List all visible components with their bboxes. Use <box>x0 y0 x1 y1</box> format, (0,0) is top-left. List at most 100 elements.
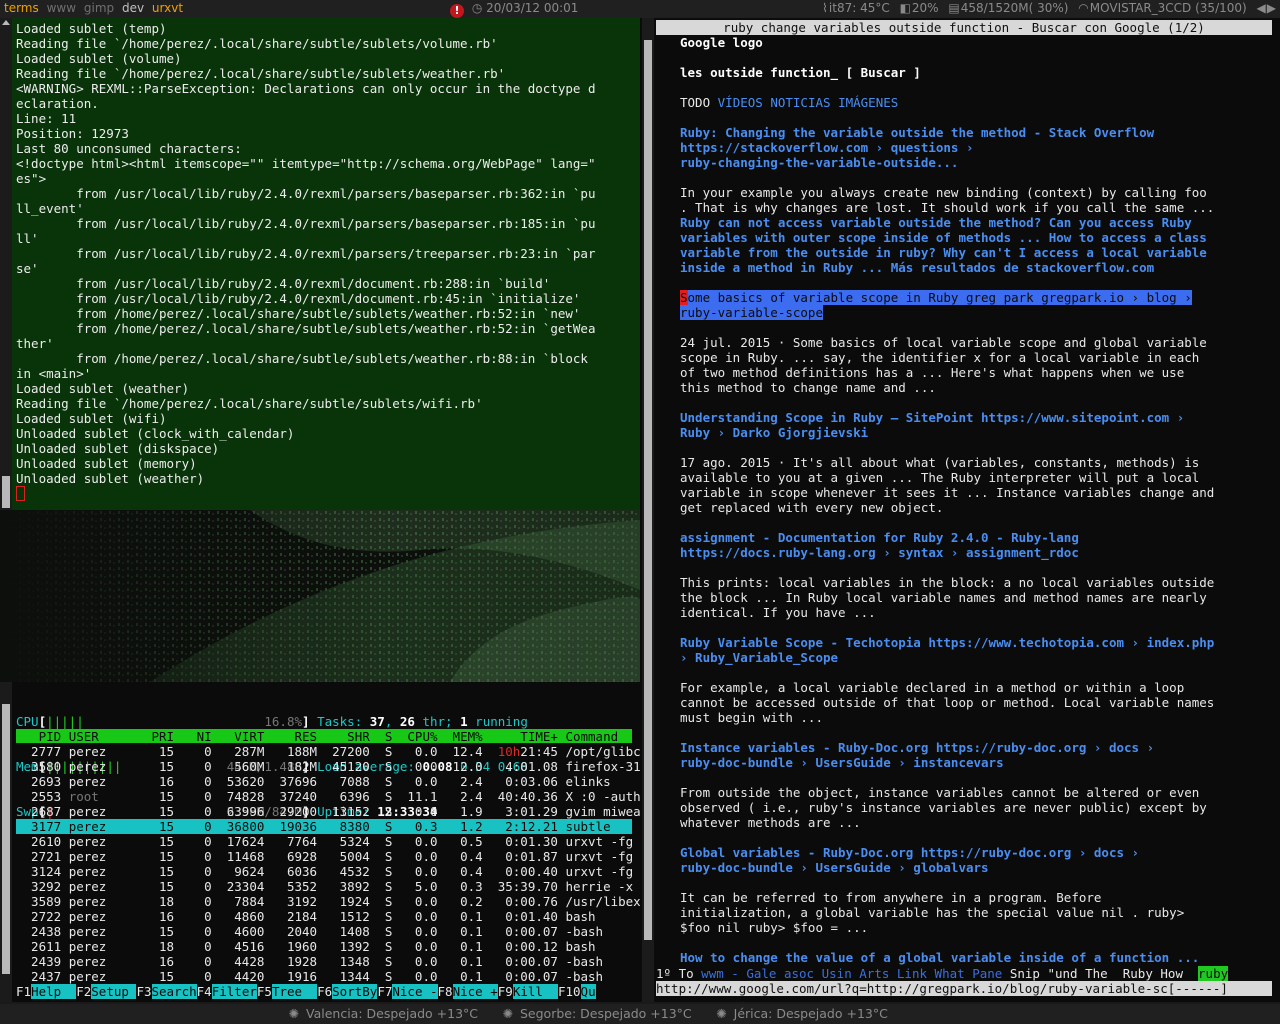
result-url[interactable]: ruby-doc-bundle › UsersGuide › instancev… <box>680 755 1004 770</box>
fkey-f5[interactable]: F5 <box>257 984 272 999</box>
view-dev[interactable]: dev <box>122 1 144 15</box>
fkey-label[interactable]: Help <box>31 984 77 999</box>
volume-icon[interactable]: ◀ <box>1257 1 1266 15</box>
result-title[interactable]: Ruby: Changing the variable outside the … <box>680 125 1154 140</box>
browser-tab[interactable]: ruby <box>1198 966 1229 981</box>
fkey-label[interactable]: Tree <box>271 984 318 999</box>
fkey-label[interactable]: Setup <box>91 984 137 999</box>
result-url[interactable]: Ruby › Darko Gjorgjievski <box>680 425 868 440</box>
column-header-s[interactable]: S <box>377 729 400 744</box>
scrollbar-thumb[interactable] <box>2 476 10 508</box>
column-header-pri[interactable]: PRI <box>144 729 182 744</box>
result-title[interactable]: ome basics of variable scope in Ruby gre… <box>687 290 1192 305</box>
result-url[interactable]: https://stackoverflow.com › questions › <box>680 140 974 155</box>
browser-tab[interactable]: asoc <box>784 966 814 981</box>
terminal-scrollbar[interactable] <box>0 18 12 510</box>
process-row[interactable]: 2437 perez 15 0 4420 1916 1344 S 0.0 0.1… <box>16 969 632 984</box>
browser-tab[interactable]: Link <box>897 966 927 981</box>
fkey-f2[interactable]: F2 <box>76 984 91 999</box>
elinks-browser-window[interactable]: ruby change variables outside function -… <box>640 18 1280 1002</box>
result-title[interactable]: How to change the value of a global vari… <box>680 950 1199 965</box>
fkey-label[interactable]: Filter <box>211 984 257 999</box>
view-urxvt[interactable]: urxvt <box>152 1 183 15</box>
process-row[interactable]: 2687 perez 15 0 63996 29200 13152 S 0.0 … <box>16 804 671 819</box>
process-row[interactable]: 2777 perez 15 0 287M 188M 27200 S 0.0 12… <box>16 744 671 759</box>
fkey-f7[interactable]: F7 <box>377 984 392 999</box>
related-link[interactable]: Ruby can not access variable outside the… <box>680 215 1192 230</box>
process-row[interactable]: 3589 perez 18 0 7884 3192 1924 S 0.0 0.2… <box>16 894 671 909</box>
related-link[interactable]: inside a method in Ruby ... Más resultad… <box>680 260 1154 275</box>
browser-tab[interactable]: Usin <box>822 966 852 981</box>
column-header-time[interactable]: TIME+ <box>490 729 565 744</box>
fkey-f6[interactable]: F6 <box>317 984 332 999</box>
browser-tab[interactable]: Ruby <box>1122 966 1153 981</box>
result-url[interactable]: https://docs.ruby-lang.org › syntax › as… <box>680 545 1079 560</box>
browser-tab[interactable]: Gale <box>746 966 776 981</box>
fkey-f10[interactable]: F10 <box>558 984 581 999</box>
column-header-mem[interactable]: MEM% <box>445 729 490 744</box>
result-url[interactable]: ruby-variable-scope <box>680 305 823 320</box>
browser-tab[interactable]: The <box>1085 966 1116 981</box>
scrollbar-thumb[interactable] <box>2 704 10 974</box>
result-title[interactable]: Instance variables - Ruby-Doc.org https:… <box>680 740 1154 755</box>
process-row[interactable]: 2611 perez 18 0 4516 1960 1392 S 0.0 0.1… <box>16 939 632 954</box>
process-row[interactable]: 2610 perez 15 0 17624 7764 5324 S 0.0 0.… <box>16 834 671 849</box>
result-title[interactable]: Understanding Scope in Ruby — SitePoint … <box>680 410 1184 425</box>
process-row[interactable]: 2721 perez 15 0 11468 6928 5004 S 0.0 0.… <box>16 849 671 864</box>
browser-tab[interactable]: 1º To <box>656 966 694 981</box>
browser-tab[interactable]: Arts <box>859 966 889 981</box>
browser-tab[interactable]: "und <box>1047 966 1078 981</box>
scrollbar-thumb[interactable] <box>644 40 652 940</box>
process-row[interactable]: 3124 perez 15 0 9624 6036 4532 S 0.0 0.4… <box>16 864 671 879</box>
nav-link[interactable]: NOTICIAS <box>770 95 830 110</box>
fkey-f4[interactable]: F4 <box>197 984 212 999</box>
process-table-header[interactable]: PID USER PRI NI VIRT RES SHR S CPU% MEM%… <box>16 729 632 744</box>
result-title[interactable]: S <box>680 290 688 305</box>
result-title[interactable]: Ruby Variable Scope - Techotopia https:/… <box>680 635 1214 650</box>
prompt-line[interactable] <box>16 486 595 501</box>
process-row[interactable]: 2693 perez 16 0 53620 37696 7088 S 0.0 2… <box>16 774 632 789</box>
fkey-label[interactable]: Nice - <box>392 984 438 999</box>
process-row[interactable]: 2722 perez 16 0 4860 2184 1512 S 0.0 0.1… <box>16 909 632 924</box>
result-url[interactable]: ruby-changing-the-variable-outside... <box>680 155 958 170</box>
nav-link[interactable]: VÍDEOS <box>718 95 763 110</box>
view-gimp[interactable]: gimp <box>84 1 114 15</box>
fkey-label[interactable]: Qu <box>580 984 596 999</box>
view-www[interactable]: www <box>47 1 76 15</box>
browser-tab[interactable]: What <box>935 966 965 981</box>
process-row[interactable]: 2439 perez 16 0 4428 1928 1348 S 0.0 0.1… <box>16 954 632 969</box>
process-row[interactable]: 2553 root 15 0 74828 37240 6396 S 11.1 2… <box>16 789 671 804</box>
fkey-f8[interactable]: F8 <box>438 984 453 999</box>
process-row[interactable]: 3580 perez 15 0 560M 182M 45120 S 0.0 12… <box>16 759 671 774</box>
browser-tab[interactable]: Snip <box>1009 966 1040 981</box>
browser-scrollbar[interactable] <box>642 18 654 1002</box>
process-row[interactable]: 3177 perez 15 0 36800 19036 8380 S 0.3 1… <box>16 819 632 834</box>
related-link[interactable]: variable from the outside in ruby? Why c… <box>680 245 1207 260</box>
terminal-cursor[interactable] <box>16 486 25 501</box>
fkey-label[interactable]: SortBy <box>332 984 378 999</box>
browser-tab[interactable]: wwm - <box>701 966 739 981</box>
browser-tab[interactable]: How <box>1160 966 1191 981</box>
result-url[interactable]: ruby-doc-bundle › UsersGuide › globalvar… <box>680 860 989 875</box>
browser-tab[interactable]: Pane <box>972 966 1002 981</box>
fkey-f1[interactable]: F1 <box>16 984 31 999</box>
fkey-label[interactable]: Search <box>151 984 197 999</box>
column-header-virt[interactable]: VIRT <box>219 729 272 744</box>
process-row[interactable]: 3292 perez 15 0 23304 5352 3892 S 5.0 0.… <box>16 879 633 894</box>
column-header-ni[interactable]: NI <box>182 729 220 744</box>
nav-link[interactable]: IMÁGENES <box>838 95 898 110</box>
scroll-up-icon[interactable] <box>2 20 10 25</box>
htop-scrollbar[interactable] <box>0 682 12 1002</box>
column-header-shr[interactable]: SHR <box>325 729 378 744</box>
column-header-user[interactable]: USER <box>69 729 144 744</box>
column-header-res[interactable]: RES <box>272 729 325 744</box>
clock-widget[interactable]: ! ◷ 20/03/12 00:01 <box>450 0 578 18</box>
related-link[interactable]: variables with outer scope inside of met… <box>680 230 1207 245</box>
terminal-log-window[interactable]: Loaded sublet (temp) Reading file `/home/… <box>0 18 640 510</box>
search-box[interactable]: les outside function_ [ Buscar ] <box>680 65 921 80</box>
fkey-f9[interactable]: F9 <box>498 984 513 999</box>
result-title[interactable]: Global variables - Ruby-Doc.org https://… <box>680 845 1139 860</box>
column-header-cpu[interactable]: CPU% <box>400 729 445 744</box>
column-header-pid[interactable]: PID <box>16 729 69 744</box>
htop-window[interactable]: CPU[||||| 16.8%] Tasks: 37, 26 thr; 1 ru… <box>0 682 671 1002</box>
